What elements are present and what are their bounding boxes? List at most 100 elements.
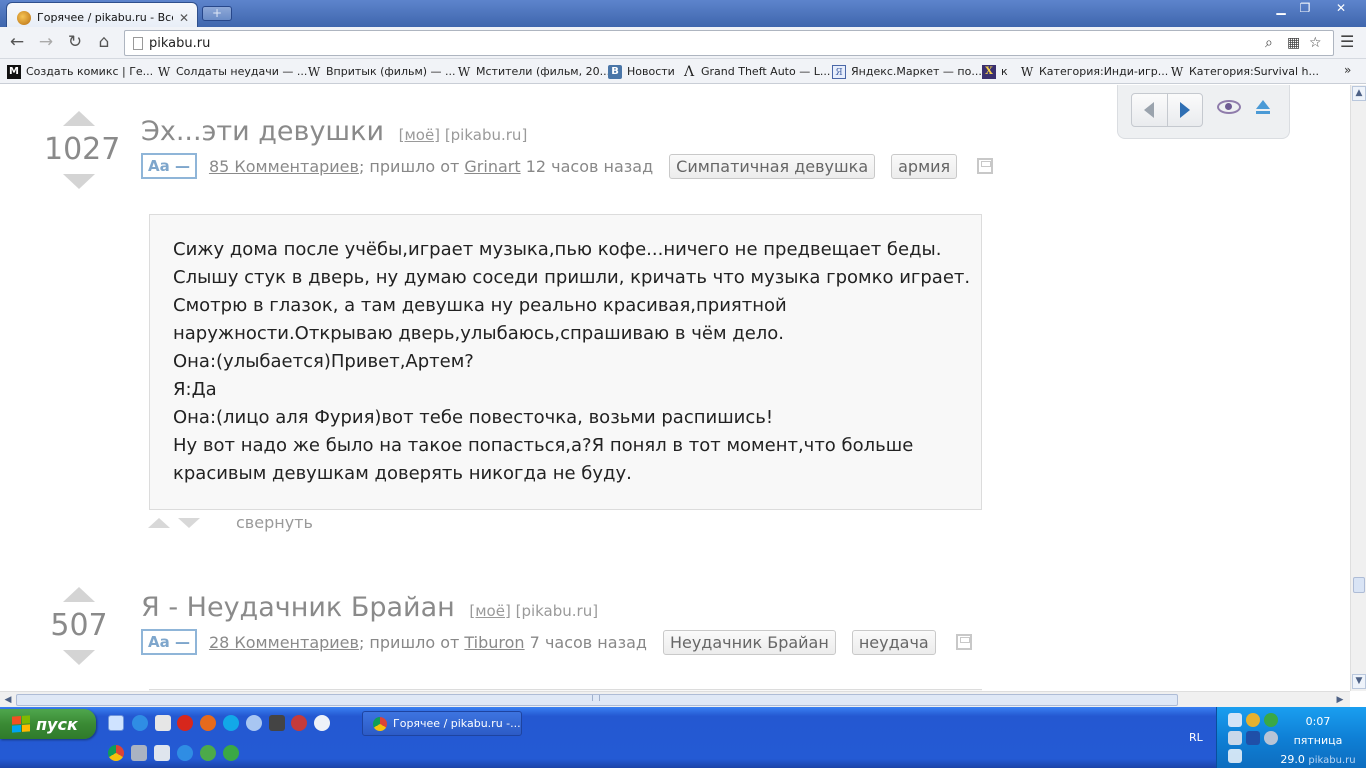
mine-tag[interactable]: [моё]	[469, 602, 510, 620]
vk-icon: B	[608, 64, 622, 79]
show-desktop-icon[interactable]	[108, 715, 124, 731]
bookmark-label: Яндекс.Маркет — по...	[851, 65, 982, 78]
tag-button[interactable]: Неудачник Брайан	[662, 629, 836, 655]
bookmark-label: Создать комикс | Ге...	[26, 65, 154, 78]
vertical-scrollbar[interactable]: ▲ ▼	[1350, 85, 1366, 691]
utorrent-tray-icon[interactable]	[1264, 713, 1278, 727]
downvote-arrow-icon[interactable]	[63, 174, 95, 189]
browser-tab[interactable]: Горячее / pikabu.ru - Все ✕	[6, 2, 198, 27]
skype-icon[interactable]	[223, 715, 239, 731]
volume-tray-icon[interactable]	[1264, 731, 1278, 745]
downvote-arrow-icon[interactable]	[63, 650, 95, 665]
bookmark-item[interactable]: Я Яндекс.Маркет — по...	[832, 63, 982, 80]
bookmark-item[interactable]: W Мстители (фильм, 20...	[457, 63, 610, 80]
post-title-row: Я - Неудачник Брайан [моё] [pikabu.ru]	[141, 592, 598, 623]
display-tray-icon[interactable]	[1228, 731, 1242, 745]
scroll-right-arrow-icon[interactable]: ▶	[1333, 693, 1347, 707]
tab-close-icon[interactable]: ✕	[179, 11, 189, 25]
taskbar-window-button[interactable]: Горячее / pikabu.ru -...	[362, 711, 522, 736]
post-title[interactable]: Эх...эти девушки	[141, 116, 384, 147]
media-app-icon[interactable]	[269, 715, 285, 731]
bookmark-item[interactable]: W Впритык (фильм) — ...	[307, 63, 456, 80]
upvote-arrow-icon[interactable]	[63, 111, 95, 126]
bookmark-item[interactable]: W Категория:Survival h...	[1170, 63, 1319, 80]
utorrent-icon[interactable]	[223, 745, 239, 761]
disk-tool-icon[interactable]	[291, 715, 307, 731]
bookmark-label: Впритык (фильм) — ...	[326, 65, 456, 78]
story-line: Она:(улыбается)Привет,Артем?	[173, 351, 474, 372]
scroll-left-arrow-icon[interactable]: ◀	[1, 693, 15, 707]
internet-explorer-icon[interactable]	[132, 715, 148, 731]
small-upvote-icon[interactable]	[148, 517, 170, 528]
start-button[interactable]: пуск	[0, 709, 96, 739]
tools-icon[interactable]	[131, 745, 147, 761]
save-icon[interactable]	[977, 158, 994, 174]
system-clock[interactable]: 0:07 пятница 29.0 pikabu.ru	[1278, 712, 1358, 768]
comments-link[interactable]: 28 Комментариев	[209, 633, 359, 652]
back-arrow-icon[interactable]: ←	[7, 32, 27, 52]
forward-arrow-icon[interactable]: →	[36, 32, 56, 52]
zoom-icon[interactable]: ⌕	[1265, 35, 1273, 51]
font-size-toggle-button[interactable]: Aa —	[141, 629, 197, 655]
minimize-icon[interactable]: ▁	[1270, 0, 1292, 18]
home-icon[interactable]: ⌂	[94, 32, 114, 52]
ie-icon[interactable]	[177, 745, 193, 761]
scroll-to-top-icon[interactable]	[1255, 100, 1271, 116]
firefox-icon[interactable]	[200, 715, 216, 731]
horizontal-scrollbar[interactable]: ◀ ▶	[0, 691, 1350, 707]
calendar-app-icon[interactable]	[155, 715, 171, 731]
extension-icon[interactable]: ▦	[1287, 35, 1300, 51]
window-close-icon[interactable]: ✕	[1326, 0, 1356, 18]
bookmark-item[interactable]: W Солдаты неудачи — ...	[157, 63, 308, 80]
small-downvote-icon[interactable]	[178, 517, 200, 528]
bookmark-label: Новости	[627, 65, 675, 78]
author-link[interactable]: Grinart	[464, 157, 520, 176]
safely-remove-tray-icon[interactable]	[1228, 749, 1242, 763]
tag-button[interactable]: неудача	[851, 629, 936, 655]
new-tab-button[interactable]: +	[202, 6, 232, 21]
uplay-icon[interactable]	[246, 715, 262, 731]
comments-link[interactable]: 85 Комментариев	[209, 157, 359, 176]
bookmark-star-icon[interactable]: ☆	[1309, 35, 1322, 51]
bookmark-item[interactable]: M Создать комикс | Ге...	[7, 63, 153, 80]
hide-viewed-eye-icon[interactable]	[1217, 100, 1241, 114]
collapse-link[interactable]: свернуть	[236, 513, 313, 532]
save-icon[interactable]	[955, 634, 972, 650]
source-tag: [pikabu.ru]	[515, 602, 599, 620]
upvote-arrow-icon[interactable]	[63, 587, 95, 602]
bookmark-item[interactable]: Xк	[982, 63, 1008, 80]
post-title[interactable]: Я - Неудачник Брайан	[141, 592, 455, 623]
author-link[interactable]: Tiburon	[464, 633, 524, 652]
media-player-icon[interactable]	[314, 715, 330, 731]
post-navigation-panel	[1117, 85, 1290, 139]
address-bar[interactable]: pikabu.ru ⌕ ▦ ☆	[124, 30, 1334, 56]
font-size-toggle-button[interactable]: Aa —	[141, 153, 197, 179]
vertical-scroll-thumb[interactable]	[1353, 577, 1365, 593]
chrome-icon[interactable]	[108, 745, 124, 761]
bookmark-item[interactable]: Λ Grand Theft Auto — L...	[682, 63, 830, 80]
story-text-box: Сижу дома после учёбы,играет музыка,пью …	[149, 214, 982, 510]
scroll-down-arrow-icon[interactable]: ▼	[1352, 674, 1366, 689]
next-post-button[interactable]	[1168, 94, 1203, 126]
more-bookmarks-icon[interactable]: »	[1344, 63, 1351, 77]
chrome-menu-icon[interactable]: ☰	[1340, 32, 1354, 51]
mine-tag[interactable]: [моё]	[399, 126, 440, 144]
bookmark-item[interactable]: W Категория:Инди-игр...	[1020, 63, 1168, 80]
network-tray-icon[interactable]	[1228, 713, 1242, 727]
bookmark-item[interactable]: B Новости	[608, 63, 675, 80]
previous-post-button[interactable]	[1132, 94, 1168, 126]
restore-icon[interactable]: ❐	[1294, 0, 1316, 18]
reload-icon[interactable]: ↻	[65, 32, 85, 52]
language-indicator[interactable]: RL	[1189, 731, 1203, 744]
antivirus-tray-icon[interactable]	[1246, 713, 1260, 727]
vote-widget: 507	[44, 587, 114, 665]
tag-button[interactable]: армия	[891, 153, 958, 179]
story-line: Сижу дома после учёбы,играет музыка,пью …	[173, 239, 942, 260]
scroll-up-arrow-icon[interactable]: ▲	[1352, 86, 1366, 101]
monitor-tray-icon[interactable]	[1246, 731, 1260, 745]
clock-day: пятница	[1293, 734, 1343, 747]
opera-icon[interactable]	[177, 715, 193, 731]
notepad-icon[interactable]	[154, 745, 170, 761]
tag-button[interactable]: Симпатичная девушка	[669, 153, 876, 179]
network-globe-icon[interactable]	[200, 745, 216, 761]
